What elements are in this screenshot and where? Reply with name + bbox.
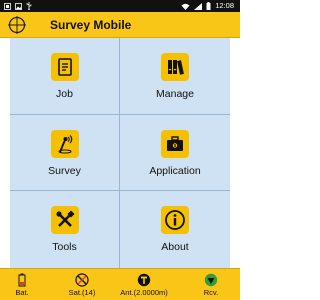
menu-item-survey[interactable]: Survey [10,114,120,192]
info-icon [161,206,189,235]
battery-icon [206,2,211,10]
satellite-status-label: Sat.(14) [68,288,96,297]
app-screen: 12:08 Survey Mobile Job Manage Survey Ap… [0,0,240,300]
survey-pole-icon [50,129,79,158]
menu-item-label: Application [149,164,201,177]
receiver-status-button[interactable]: Rcv. [196,269,226,300]
menu-item-label: About [161,241,189,254]
image-icon [15,2,22,10]
toolbox-icon [161,129,189,158]
menu-item-label: Survey [48,164,81,177]
app-title: Survey Mobile [50,18,132,32]
signal-icon [194,2,203,10]
bottom-status-bar: Bat. Sat.(14) Ant.(2.0000m) Rcv. [0,268,240,300]
satellite-icon [75,273,89,287]
menu-item-label: Tools [52,241,77,254]
status-time: 12:08 [215,1,234,10]
wrench-screwdriver-icon [50,206,79,235]
battery-status-button[interactable]: Bat. [8,269,36,300]
battery-status-icon [17,273,27,287]
receiver-icon [204,273,218,287]
menu-item-about[interactable]: About [120,191,230,268]
menu-item-job[interactable]: Job [10,38,120,115]
menu-item-label: Manage [156,88,194,100]
antenna-icon [137,273,151,287]
crosshair-logo-icon[interactable] [7,15,27,35]
menu-item-label: Job [56,88,73,100]
document-icon [50,53,79,81]
menu-item-application[interactable]: Application [120,115,230,192]
binders-icon [161,53,189,81]
wifi-icon [181,3,190,10]
usb-icon [26,2,32,10]
main-menu-grid: Job Manage Survey Application Tools Abou… [10,38,230,268]
app-bar: Survey Mobile [0,12,240,38]
satellite-status-button[interactable]: Sat.(14) [58,269,106,300]
antenna-status-label: Ant.(2.0000m) [120,288,168,297]
menu-item-tools[interactable]: Tools [10,191,120,268]
receiver-status-label: Rcv. [203,288,219,297]
menu-item-manage[interactable]: Manage [120,38,230,115]
screenshot-icon [4,2,11,10]
status-bar: 12:08 [0,0,240,12]
antenna-status-button[interactable]: Ant.(2.0000m) [112,269,176,300]
battery-status-label: Bat. [15,288,29,297]
